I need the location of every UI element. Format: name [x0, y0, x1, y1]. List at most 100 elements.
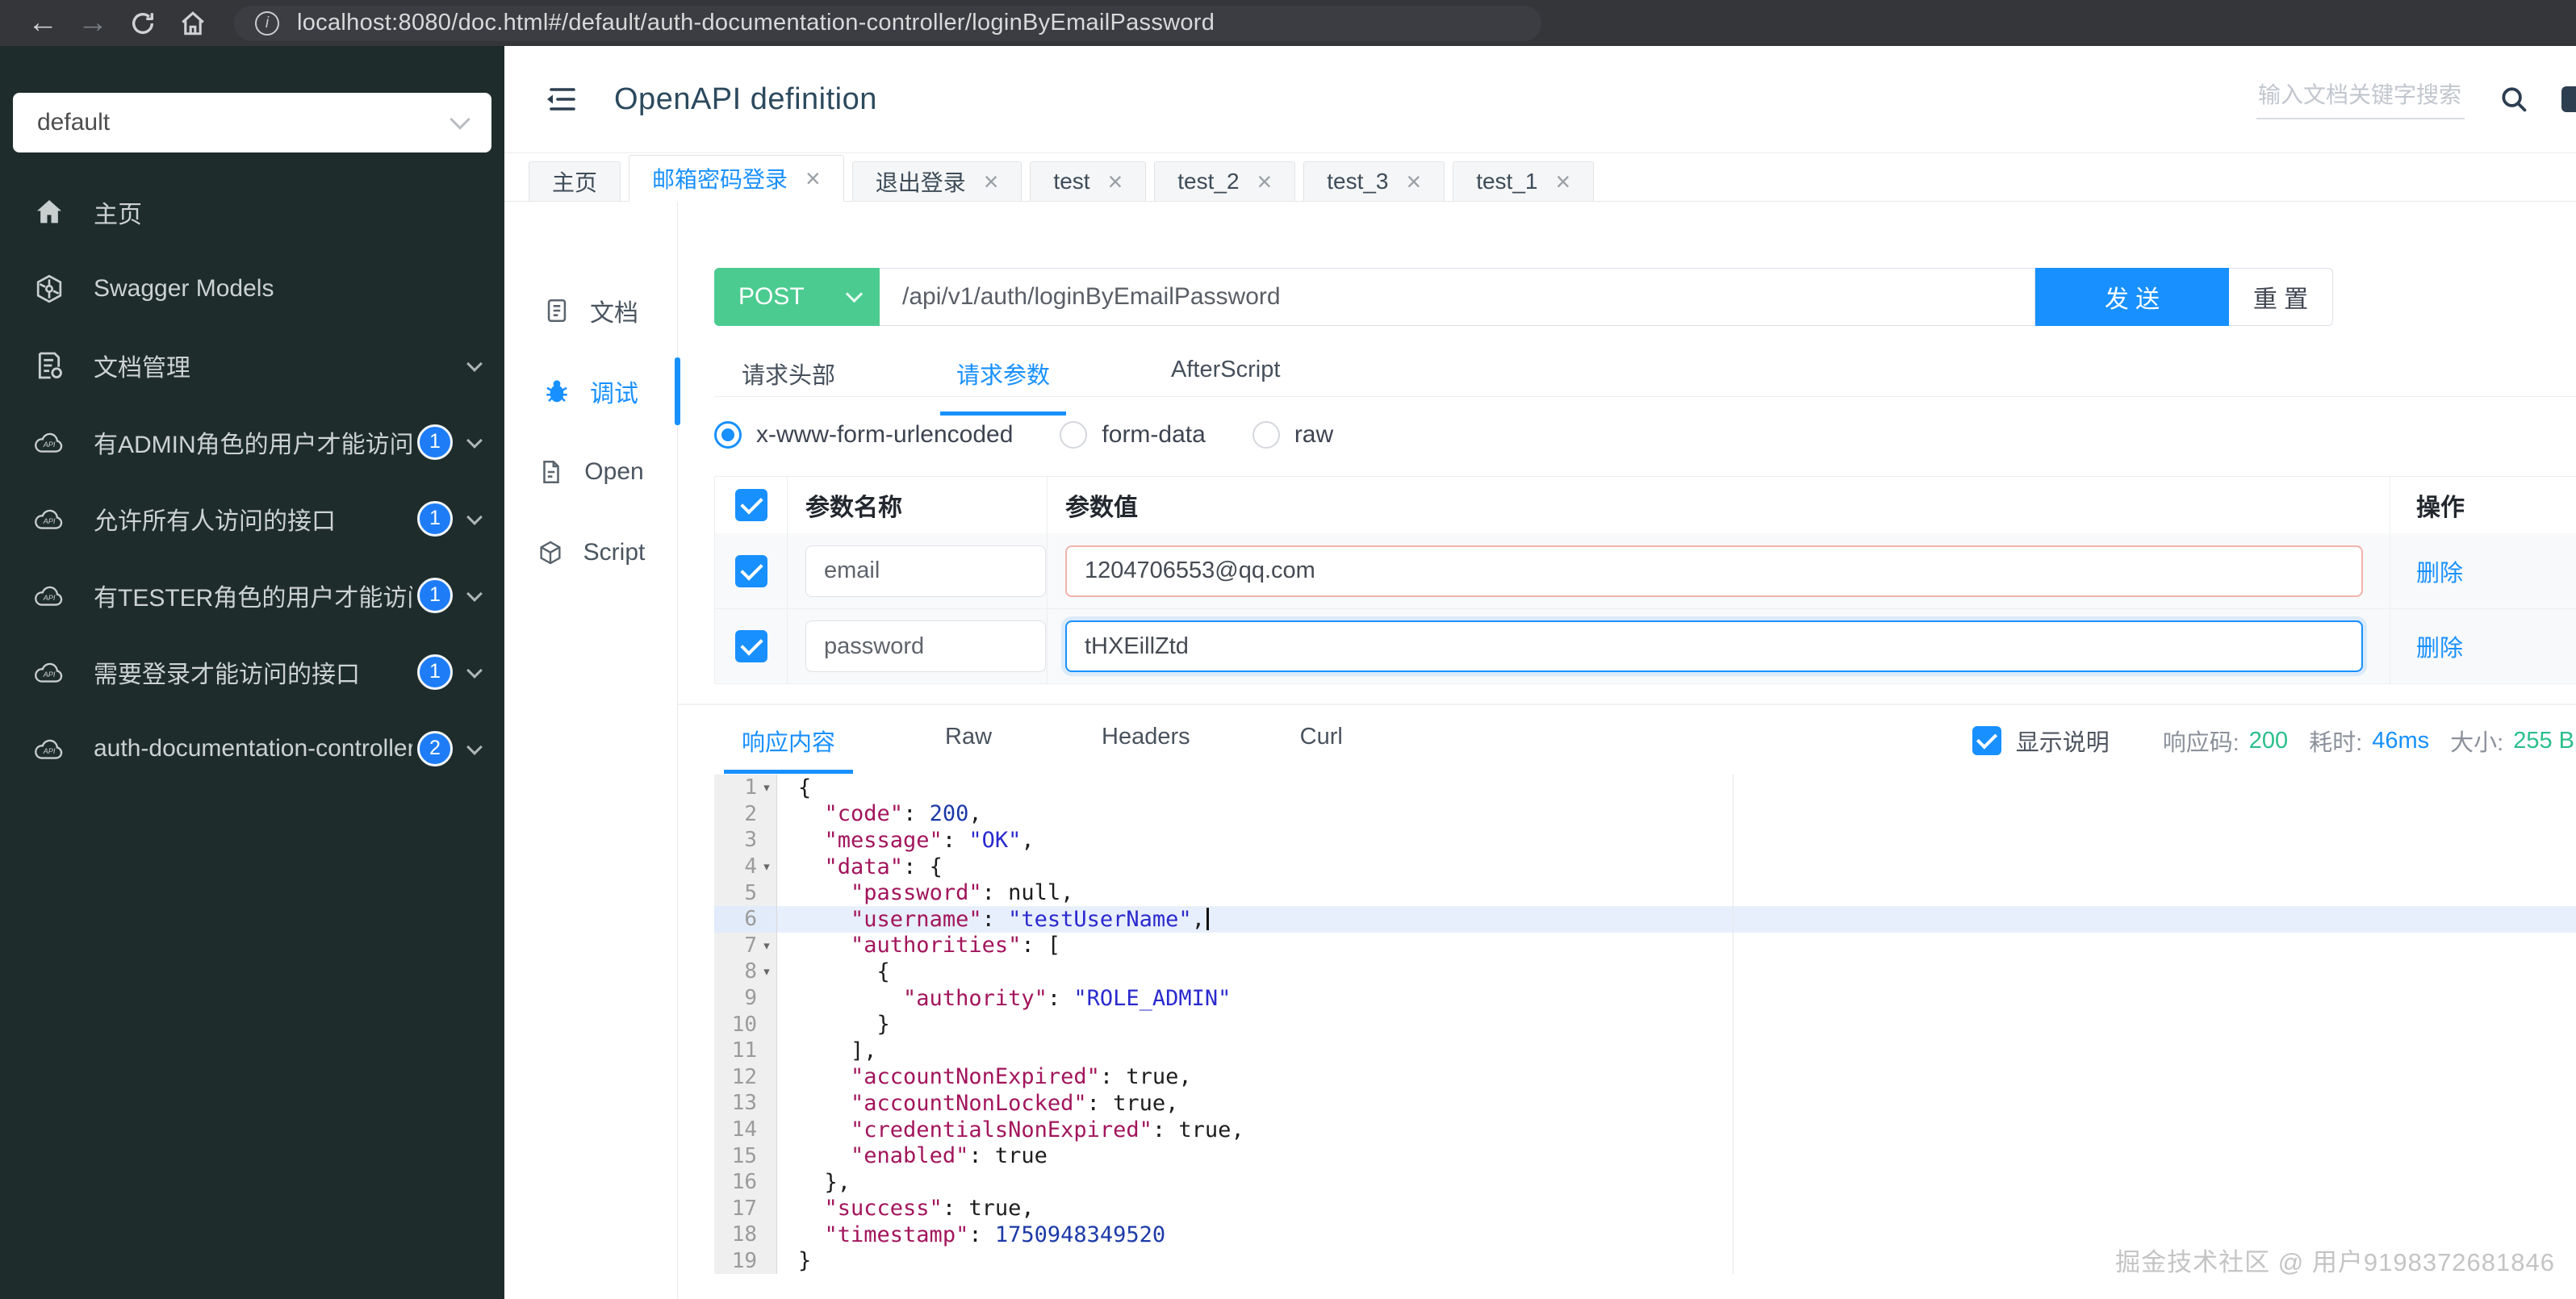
delete-link[interactable]: 删除 [2416, 629, 2463, 663]
bug-icon [543, 378, 571, 405]
search-icon[interactable] [2499, 84, 2529, 115]
debug-nav-0[interactable]: 文档 [504, 270, 677, 351]
method-select[interactable]: POST [714, 268, 880, 326]
radio-icon[interactable] [1252, 421, 1280, 449]
line-gutter[interactable]: 11 [714, 1037, 777, 1064]
doc-tab-6[interactable]: test_1 × [1453, 161, 1595, 201]
body-type-1[interactable]: form-data [1060, 421, 1206, 449]
address-bar[interactable]: i localhost:8080/doc.html#/default/auth-… [234, 5, 1541, 41]
param-value-input[interactable] [1065, 545, 2363, 597]
home-icon[interactable] [168, 10, 218, 37]
line-gutter[interactable]: 3 [714, 827, 777, 854]
sidebar-item-2[interactable]: 文档管理 [0, 327, 504, 403]
response-tab-3[interactable]: Curl [1300, 724, 1343, 758]
sidebar-item-4[interactable]: API 允许所有人访问的接口 1 [0, 480, 504, 557]
request-tab-2[interactable]: AfterScript [1171, 355, 1280, 396]
send-button[interactable]: 发 送 [2035, 268, 2229, 326]
line-gutter[interactable]: 17 [714, 1195, 777, 1222]
close-icon[interactable]: × [1555, 169, 1570, 194]
close-icon[interactable]: × [1257, 169, 1273, 194]
radio-icon[interactable] [714, 421, 742, 449]
code-text: }, [777, 1170, 851, 1195]
code-line-9: 9 "authority": "ROLE_ADMIN" [714, 984, 2576, 1012]
radio-icon[interactable] [1060, 421, 1088, 449]
doc-tab-4[interactable]: test_2 × [1154, 161, 1296, 201]
line-gutter[interactable]: 4 ▾ [714, 853, 777, 880]
select-all-checkbox[interactable] [734, 489, 767, 521]
doc-tab-3[interactable]: test × [1030, 161, 1147, 201]
param-check-cell [715, 533, 788, 608]
response-section: 响应内容 Raw Headers Curl 显示说明 响应码: 200 耗时: 46ms 大小… [678, 704, 2576, 1275]
body-type-0[interactable]: x-www-form-urlencoded [714, 421, 1013, 449]
code-token: } [798, 1012, 890, 1038]
line-gutter[interactable]: 16 [714, 1168, 777, 1196]
row-checkbox[interactable] [734, 554, 767, 587]
api-cloud-icon: API [32, 732, 66, 766]
search-input[interactable] [2256, 79, 2465, 119]
line-gutter[interactable]: 18 [714, 1222, 777, 1248]
line-gutter[interactable]: 14 [714, 1116, 777, 1143]
menu-fold-icon[interactable] [543, 83, 579, 115]
close-icon[interactable]: × [984, 169, 999, 194]
sidebar-item-3[interactable]: API 有ADMIN角色的用户才能访问的接口1 [0, 403, 504, 480]
group-select[interactable]: default [13, 93, 491, 152]
line-gutter[interactable]: 9 [714, 984, 777, 1012]
debug-nav-2[interactable]: Open [504, 432, 677, 512]
request-tab-1[interactable]: 请求参数 [940, 355, 1067, 416]
request-tab-0[interactable]: 请求头部 [742, 355, 835, 396]
body-type-2[interactable]: raw [1252, 421, 1333, 449]
site-info-icon[interactable]: i [255, 10, 279, 36]
response-tab-0[interactable]: 响应内容 [723, 724, 854, 774]
line-gutter[interactable]: 10 [714, 1011, 777, 1038]
document-tab-bar: 主页 邮箱密码登录 × 退出登录 × test × test_2 × test_3 × test_1 × [504, 153, 2576, 202]
chevron-down-icon [466, 432, 483, 449]
language-toggle-icon[interactable] [2561, 86, 2576, 112]
doc-manage-icon [32, 349, 66, 382]
fold-icon[interactable]: ▾ [757, 858, 776, 875]
back-icon[interactable]: ← [18, 6, 68, 40]
param-name-input[interactable] [805, 545, 1046, 597]
param-name-input[interactable] [805, 620, 1046, 672]
doc-tab-1[interactable]: 邮箱密码登录 × [629, 155, 844, 202]
request-url-input[interactable] [880, 268, 2035, 326]
doc-tab-0[interactable]: 主页 [529, 161, 621, 201]
line-gutter[interactable]: 15 [714, 1142, 777, 1169]
close-icon[interactable]: × [805, 165, 821, 191]
debug-nav-1[interactable]: 调试 [504, 351, 680, 432]
reset-button[interactable]: 重 置 [2229, 268, 2333, 326]
sidebar-item-7[interactable]: API auth-documentation-controller 2 [0, 710, 504, 787]
line-gutter[interactable]: 1 ▾ [714, 775, 777, 801]
row-checkbox[interactable] [734, 630, 767, 662]
debug-nav-3[interactable]: Script [504, 512, 677, 593]
line-gutter[interactable]: 12 [714, 1063, 777, 1091]
sidebar-item-0[interactable]: 主页 [0, 173, 504, 250]
doc-tab-2[interactable]: 退出登录 × [851, 161, 1022, 201]
line-gutter[interactable]: 2 [714, 800, 777, 828]
response-code-editor[interactable]: 1 ▾{2 "code": 200, 3 "message": "OK", 4 ▾ "d… [714, 775, 2576, 1275]
code-token: "testUserName" [1008, 906, 1192, 932]
sidebar-item-5[interactable]: API 有TESTER角色的用户才能访问的接口1 [0, 557, 504, 633]
response-tab-2[interactable]: Headers [1102, 724, 1190, 758]
refresh-icon[interactable] [118, 10, 168, 37]
sidebar-item-6[interactable]: API 需要登录才能访问的接口 1 [0, 633, 504, 710]
param-value-cell [1048, 533, 2390, 608]
line-gutter[interactable]: 8 ▾ [714, 959, 777, 985]
sidebar-item-1[interactable]: Swagger Models [0, 250, 504, 327]
sidebar-menu: 主页 Swagger Models 文档管理 API 有ADMIN角色的用户才能访问的接… [0, 173, 504, 787]
line-gutter[interactable]: 6 [714, 905, 777, 933]
close-icon[interactable]: × [1407, 169, 1422, 194]
show-desc-checkbox[interactable] [1972, 726, 2001, 755]
fold-icon[interactable]: ▾ [757, 779, 776, 796]
response-tab-1[interactable]: Raw [945, 724, 992, 758]
line-gutter[interactable]: 13 [714, 1090, 777, 1117]
line-gutter[interactable]: 5 [714, 879, 777, 906]
close-icon[interactable]: × [1108, 169, 1123, 194]
doc-tab-5[interactable]: test_3 × [1303, 161, 1445, 201]
line-gutter[interactable]: 19 [714, 1247, 777, 1275]
fold-icon[interactable]: ▾ [757, 963, 776, 980]
line-gutter[interactable]: 7 ▾ [714, 932, 777, 959]
param-value-input[interactable] [1065, 620, 2363, 672]
forward-icon[interactable]: → [68, 6, 118, 40]
fold-icon[interactable]: ▾ [757, 937, 776, 954]
delete-link[interactable]: 删除 [2416, 554, 2463, 588]
